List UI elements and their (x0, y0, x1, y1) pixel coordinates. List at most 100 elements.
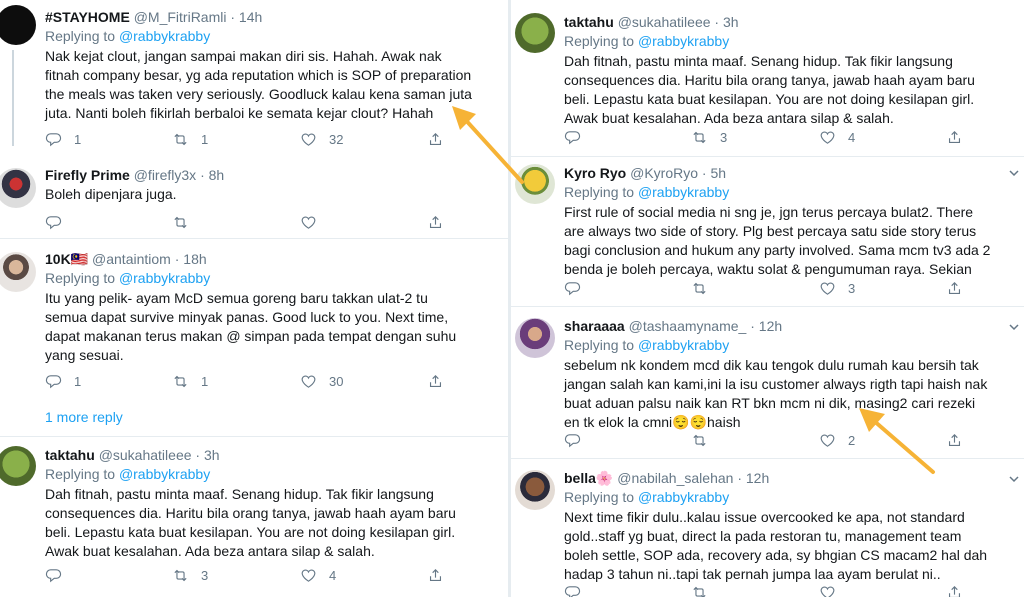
display-name[interactable]: 10K🇲🇾 (45, 251, 88, 267)
show-more-replies-link[interactable]: 1 more reply (45, 409, 123, 425)
avatar[interactable] (515, 13, 555, 53)
like-count: 32 (329, 131, 344, 147)
like-button[interactable]: 32 (300, 129, 343, 149)
timestamp[interactable]: 12h (759, 318, 782, 334)
user-handle[interactable]: @antaintiom (92, 251, 171, 267)
tweet[interactable]: Firefly Prime @firefly3x · 8h Boleh dipe… (0, 160, 508, 234)
avatar[interactable] (515, 318, 555, 358)
like-button[interactable]: 3 (819, 278, 855, 298)
like-button[interactable] (819, 582, 836, 597)
reply-button[interactable] (564, 430, 581, 450)
reply-icon (45, 214, 62, 231)
retweet-icon (691, 280, 708, 297)
reply-button[interactable] (45, 565, 62, 585)
user-handle[interactable]: @KyroRyo (630, 165, 698, 181)
timestamp[interactable]: 14h (239, 9, 262, 25)
share-button[interactable] (427, 371, 444, 391)
like-button[interactable]: 4 (819, 127, 855, 147)
retweet-count: 1 (201, 131, 209, 147)
user-handle[interactable]: @firefly3x (134, 167, 196, 183)
retweet-button[interactable]: 3 (172, 565, 208, 585)
retweet-button[interactable] (691, 582, 708, 597)
timestamp[interactable]: 8h (209, 167, 225, 183)
tweet[interactable]: taktahu @sukahatileee · 3h Replying to @… (0, 440, 508, 597)
retweet-count: 3 (201, 567, 209, 583)
share-button[interactable] (427, 129, 444, 149)
avatar[interactable] (0, 168, 36, 208)
timestamp[interactable]: 3h (204, 447, 220, 463)
retweet-icon (172, 567, 189, 584)
more-options-button[interactable] (1008, 166, 1020, 178)
tweet-text: Itu yang pelik- ayam McD semua goreng ba… (45, 290, 457, 363)
tweet-text: sebelum nk kondem mcd dik kau tengok dul… (564, 357, 988, 430)
like-count: 2 (848, 432, 856, 448)
retweet-button[interactable]: 1 (172, 129, 208, 149)
avatar[interactable] (515, 470, 555, 510)
avatar[interactable] (0, 252, 36, 292)
share-button[interactable] (427, 212, 444, 232)
share-icon (946, 129, 963, 146)
avatar[interactable] (0, 446, 36, 486)
display-name[interactable]: sharaaaa (564, 318, 625, 334)
display-name[interactable]: taktahu (564, 14, 614, 30)
avatar[interactable] (0, 5, 36, 45)
share-button[interactable] (946, 278, 963, 298)
user-handle[interactable]: @tashaamyname_ (629, 318, 747, 334)
reply-button[interactable] (564, 127, 581, 147)
mention-link[interactable]: @rabbykrabby (119, 28, 210, 44)
like-button[interactable] (300, 212, 317, 232)
more-options-button[interactable] (1008, 472, 1020, 484)
heart-icon (300, 567, 317, 584)
tweet[interactable]: taktahu @sukahatileee · 3h Replying to @… (511, 0, 1024, 150)
reply-button[interactable] (564, 278, 581, 298)
display-name[interactable]: Firefly Prime (45, 167, 130, 183)
timestamp[interactable]: 5h (710, 165, 726, 181)
mention-link[interactable]: @rabbykrabby (119, 466, 210, 482)
display-name[interactable]: taktahu (45, 447, 95, 463)
share-button[interactable] (946, 582, 963, 597)
heart-icon (819, 584, 836, 597)
retweet-button[interactable] (172, 212, 189, 232)
user-handle[interactable]: @M_FitriRamli (134, 9, 227, 25)
mention-link[interactable]: @rabbykrabby (638, 489, 729, 505)
timestamp[interactable]: 3h (723, 14, 739, 30)
share-icon (946, 280, 963, 297)
chevron-down-icon (1008, 321, 1020, 333)
share-button[interactable] (946, 127, 963, 147)
reply-button[interactable]: 1 (45, 371, 81, 391)
mention-link[interactable]: @rabbykrabby (638, 337, 729, 353)
tweet[interactable]: bella🌸 @nabilah_salehan · 12h Replying t… (511, 464, 1024, 597)
timestamp[interactable]: 12h (746, 470, 769, 486)
replying-prefix: Replying to (564, 184, 638, 200)
more-options-button[interactable] (1008, 320, 1020, 332)
avatar[interactable] (515, 164, 555, 204)
tweet[interactable]: 10K🇲🇾 @antaintiom · 18h Replying to @rab… (0, 244, 508, 394)
retweet-button[interactable]: 3 (691, 127, 727, 147)
display-name[interactable]: #STAYHOME (45, 9, 130, 25)
share-button[interactable] (427, 565, 444, 585)
tweet[interactable]: sharaaaa @tashaamyname_ · 12h Replying t… (511, 312, 1024, 458)
display-name[interactable]: Kyro Ryo (564, 165, 626, 181)
display-name[interactable]: bella🌸 (564, 470, 613, 486)
like-button[interactable]: 30 (300, 371, 343, 391)
reply-button[interactable]: 1 (45, 129, 81, 149)
reply-button[interactable] (564, 582, 581, 597)
share-button[interactable] (946, 430, 963, 450)
user-handle[interactable]: @sukahatileee (99, 447, 192, 463)
tweet[interactable]: Kyro Ryo @KyroRyo · 5h Replying to @rabb… (511, 160, 1024, 305)
like-button[interactable]: 2 (819, 430, 855, 450)
mention-link[interactable]: @rabbykrabby (638, 184, 729, 200)
retweet-button[interactable]: 1 (172, 371, 208, 391)
retweet-button[interactable] (691, 278, 708, 298)
retweet-count: 1 (201, 373, 209, 389)
tweet[interactable]: #STAYHOME @M_FitriRamli · 14h Replying t… (0, 0, 508, 155)
timestamp[interactable]: 18h (183, 251, 206, 267)
retweet-button[interactable] (691, 430, 708, 450)
mention-link[interactable]: @rabbykrabby (638, 33, 729, 49)
user-handle[interactable]: @sukahatileee (618, 14, 711, 30)
user-handle[interactable]: @nabilah_salehan (617, 470, 733, 486)
like-button[interactable]: 4 (300, 565, 336, 585)
share-icon (946, 584, 963, 597)
mention-link[interactable]: @rabbykrabby (119, 270, 210, 286)
reply-button[interactable] (45, 212, 62, 232)
